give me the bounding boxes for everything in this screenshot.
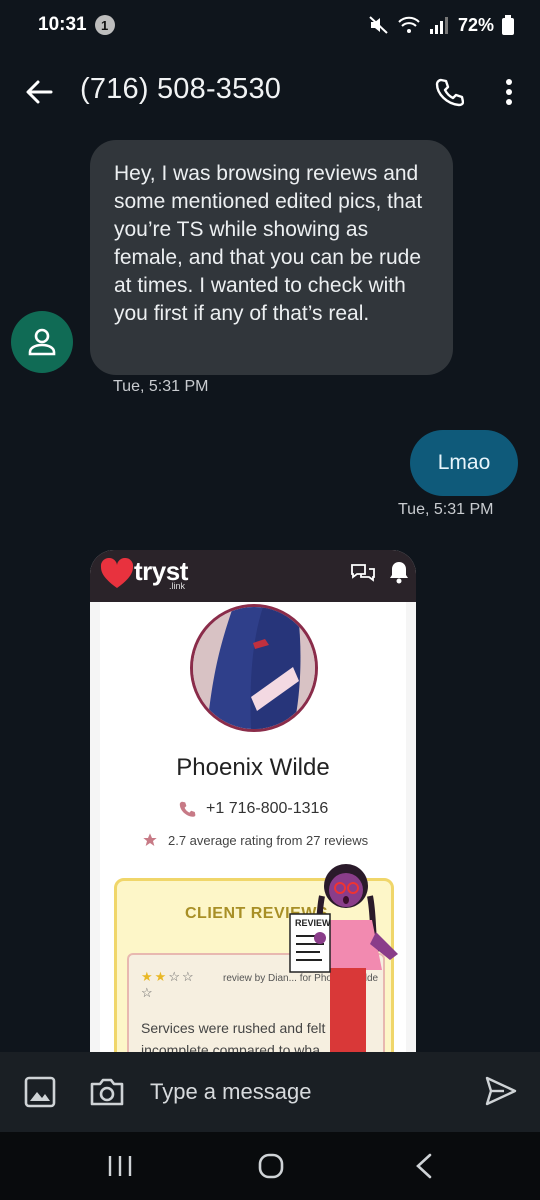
call-button[interactable] [432,75,466,109]
star-empty-icon: ☆ [181,969,196,984]
review-star-rating: ★★☆☆ ☆ [141,969,196,1001]
profile-rating: 2.7 average rating from 27 reviews [142,832,368,848]
review-sign-text: REVIEW [295,918,331,928]
bell-icon [390,562,408,584]
profile-name: Phoenix Wilde [176,754,330,781]
mute-icon [369,16,388,34]
reviewer-character-illustration: REVIEW [289,864,398,1052]
gallery-icon[interactable] [22,1074,58,1110]
send-icon[interactable] [484,1074,518,1108]
profile-phone-number: +1 716-800-1316 [206,800,329,817]
message-composer [0,1052,540,1132]
phone-icon [435,78,464,107]
message-input[interactable] [150,1070,460,1114]
conversation-title: (716) 508-3530 [80,73,282,105]
star-empty-icon: ☆ [141,985,155,1000]
incoming-message-bubble[interactable]: Hey, I was browsing reviews and some men… [90,140,453,375]
site-brand-suffix: .link [169,581,186,591]
system-nav-bar [0,1132,540,1200]
wifi-icon [398,16,420,33]
notification-count-badge: 1 [94,15,115,35]
profile-photo-image [193,607,315,729]
heart-logo-icon [100,558,134,588]
arrow-back-icon [26,80,53,104]
status-bar: 10:31 1 72% [0,0,540,50]
star-filled-icon: ★ [141,969,155,984]
status-time: 10:31 [38,14,87,35]
chat-bubbles-icon [351,564,375,582]
nav-back-icon[interactable] [412,1152,436,1180]
site-header-bar: tryst .link [90,550,416,602]
person-icon [28,328,56,356]
more-vert-icon [506,79,512,105]
contact-avatar[interactable] [11,311,73,373]
phone-icon [179,801,196,817]
back-button[interactable] [22,75,56,109]
signal-icon [429,17,448,34]
outgoing-message-bubble[interactable]: Lmao [410,430,518,496]
home-icon[interactable] [256,1152,286,1180]
star-empty-icon: ☆ [168,969,182,984]
profile-phone: +1 716-800-1316 [178,800,328,818]
image-attachment[interactable]: tryst .link Phoenix Wilde +1 716-800-131… [90,550,416,1052]
recents-icon[interactable] [106,1154,134,1178]
outgoing-message-timestamp: Tue, 5:31 PM [398,501,494,518]
camera-icon[interactable] [88,1074,126,1110]
star-filled-icon: ★ [154,969,169,984]
rating-summary: 2.7 average rating from 27 reviews [168,832,369,848]
battery-icon [502,15,514,35]
battery-percent: 72% [457,14,494,35]
more-options-button[interactable] [494,75,524,109]
conversation-header: (716) 508-3530 [0,55,540,130]
profile-photo [190,604,318,732]
star-icon [143,833,157,846]
incoming-message-timestamp: Tue, 5:31 PM [113,378,209,395]
status-icons: 72% [368,15,514,36]
